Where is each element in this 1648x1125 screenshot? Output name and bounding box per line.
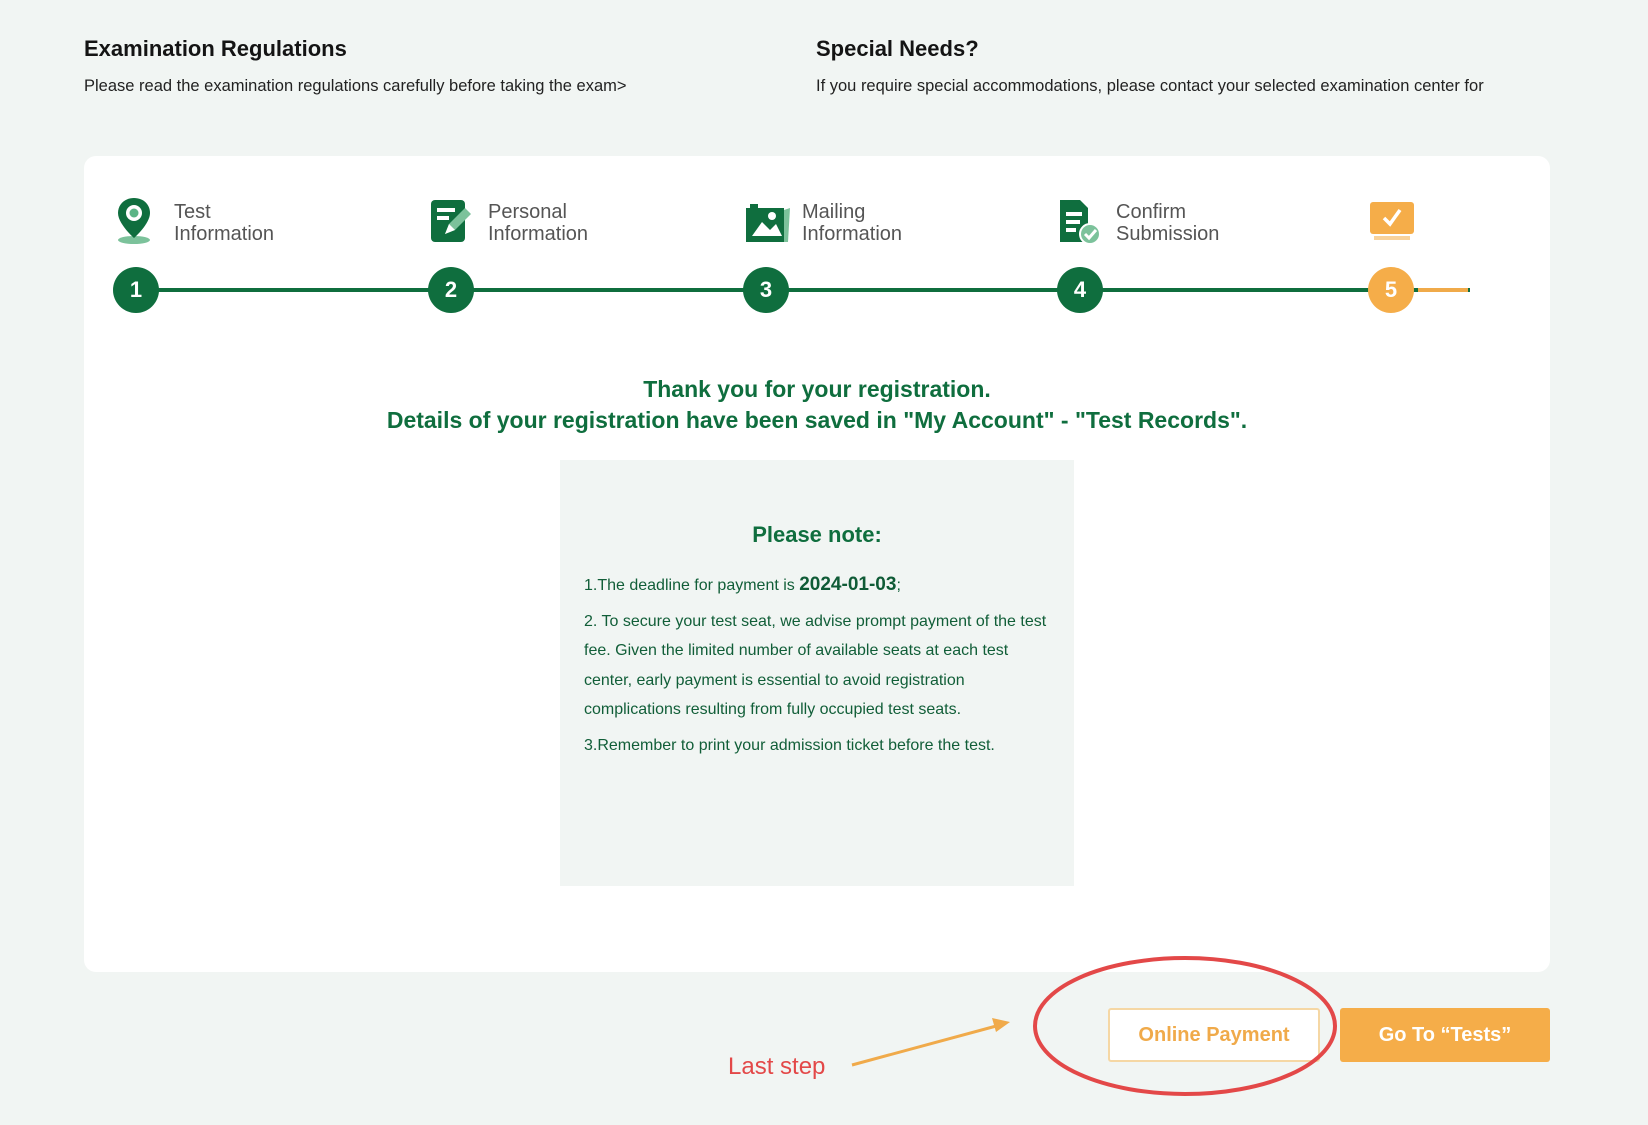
- examination-regulations-section: Examination Regulations Please read the …: [84, 36, 724, 99]
- special-needs-title: Special Needs?: [816, 36, 979, 61]
- annotation-arrowhead: [992, 1018, 1010, 1032]
- step-5-circle: 5: [1368, 267, 1414, 313]
- step-3-label: Mailing Information: [802, 201, 903, 245]
- annotation-label: Last step: [728, 1053, 826, 1080]
- step-3-circle: 3: [743, 267, 789, 313]
- step-4-label: Confirm Submission: [1116, 201, 1220, 245]
- edit-form-icon: [431, 200, 471, 242]
- monitor-check-icon: [1370, 202, 1414, 240]
- document-check-icon: [1060, 200, 1101, 245]
- note-item-secure-seat: 2. To secure your test seat, we advise p…: [584, 612, 1047, 719]
- note-title: Please note:: [752, 522, 882, 547]
- photo-mail-icon: [746, 204, 790, 242]
- go-to-tests-button[interactable]: Go To “Tests”: [1340, 1008, 1550, 1062]
- confirmation-message: Thank you for your registration. Details…: [84, 374, 1550, 436]
- step-2-circle: 2: [428, 267, 474, 313]
- confirmation-line-1: Thank you for your registration.: [643, 376, 991, 402]
- registration-card: Test Information 1 Personal Information 2 …: [84, 156, 1550, 972]
- step-1-label: Test Information: [174, 201, 275, 245]
- step-1-circle: 1: [113, 267, 159, 313]
- note-item-admission-ticket: 3.Remember to print your admission ticke…: [584, 736, 995, 754]
- progress-line-current: [1418, 288, 1468, 292]
- step-2-label: Personal Information: [488, 201, 589, 245]
- examination-regulations-title: Examination Regulations: [84, 36, 347, 61]
- confirmation-line-2: Details of your registration have been s…: [386, 407, 1248, 433]
- examination-regulations-link[interactable]: Please read the examination regulations …: [84, 74, 724, 99]
- step-4-circle: 4: [1057, 267, 1103, 313]
- special-needs-section: Special Needs? If you require special ac…: [816, 36, 1546, 99]
- special-needs-text: If you require special accommodations, p…: [816, 77, 1484, 95]
- payment-note-box: Please note: 1.The deadline for payment …: [560, 460, 1074, 886]
- progress-line: [143, 288, 1470, 292]
- annotation-arrow: [851, 1023, 1001, 1067]
- note-item-deadline: 1.The deadline for payment is 2024-01-03…: [584, 574, 901, 595]
- online-payment-button[interactable]: Online Payment: [1108, 1008, 1320, 1062]
- payment-deadline-date: 2024-01-03: [799, 574, 897, 595]
- map-pin-icon: [118, 198, 150, 244]
